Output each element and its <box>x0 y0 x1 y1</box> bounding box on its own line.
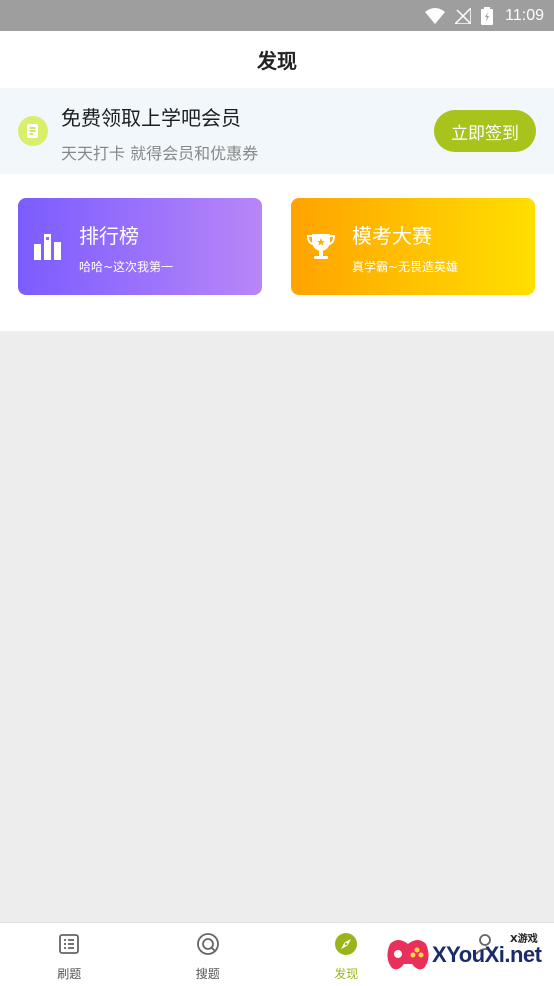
nav-item-practice[interactable]: 刷题 <box>0 923 139 986</box>
banner-subtitle: 天天打卡 就得会员和优惠券 <box>61 144 259 163</box>
checkin-banner[interactable]: 免费领取上学吧会员 天天打卡 就得会员和优惠券 立即签到 <box>0 88 554 174</box>
watermark-text: XYouXi.net <box>432 942 542 967</box>
checkin-icon <box>18 116 48 146</box>
nav-label-search: 搜题 <box>195 967 220 981</box>
compass-icon <box>333 931 359 957</box>
no-signal-icon <box>455 7 472 24</box>
leaderboard-card[interactable]: 排行榜 哈哈~这次我第一 <box>18 198 262 295</box>
status-bar: 11:09 <box>0 0 554 31</box>
watermark-small-text: X游戏 <box>510 934 538 945</box>
leaderboard-title: 排行榜 <box>79 224 139 248</box>
site-watermark: XYouXi.net X游戏 <box>384 928 550 980</box>
list-icon <box>56 931 82 957</box>
nav-label-practice: 刷题 <box>57 967 82 981</box>
status-time: 11:09 <box>505 6 544 24</box>
leaderboard-subtitle: 哈哈~这次我第一 <box>79 260 174 274</box>
mock-exam-card[interactable]: 模考大赛 真学霸~无畏造英雄 <box>291 198 535 295</box>
gamepad-logo-icon <box>387 940 429 970</box>
page-title: 发现 <box>257 49 297 73</box>
page-header: 发现 <box>0 31 554 88</box>
feature-cards: 排行榜 哈哈~这次我第一 模考大赛 真学霸~无畏造英雄 <box>0 174 554 331</box>
trophy-icon <box>303 228 339 264</box>
mock-exam-subtitle: 真学霸~无畏造英雄 <box>352 260 459 274</box>
battery-icon <box>481 6 494 25</box>
signin-button[interactable]: 立即签到 <box>434 110 536 152</box>
wifi-icon <box>425 7 446 24</box>
search-icon <box>195 931 221 957</box>
nav-item-search[interactable]: 搜题 <box>139 923 278 986</box>
nav-label-discover: 发现 <box>334 967 359 981</box>
banner-title: 免费领取上学吧会员 <box>61 106 241 130</box>
bar-chart-icon <box>30 228 66 264</box>
mock-exam-title: 模考大赛 <box>352 224 432 248</box>
